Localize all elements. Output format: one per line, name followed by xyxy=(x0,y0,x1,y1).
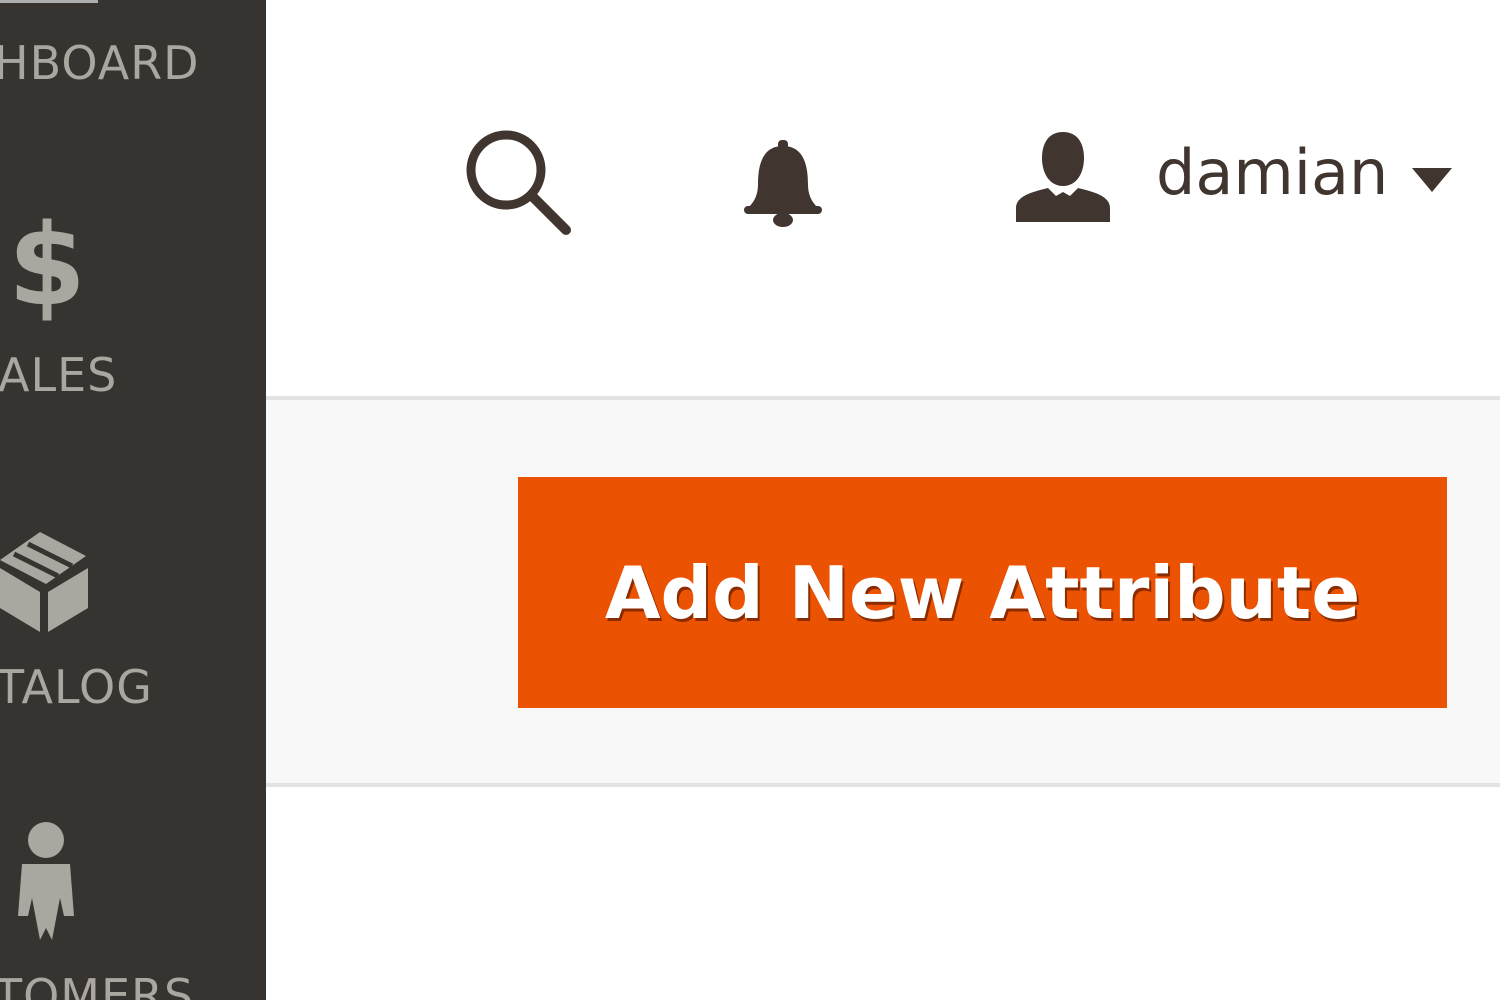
sidebar-item-customers[interactable]: TOMERS xyxy=(0,815,266,1000)
sidebar-item-label: ALES xyxy=(0,348,118,402)
username: damian xyxy=(1156,136,1389,209)
add-new-attribute-button[interactable]: Add New Attribute xyxy=(518,477,1447,708)
sidebar-item-sales[interactable]: $ ALES xyxy=(0,200,266,410)
sidebar-item-dashboard[interactable]: HBOARD xyxy=(0,0,266,120)
person-icon xyxy=(18,822,74,940)
user-avatar-icon xyxy=(1016,132,1110,222)
caret-down-icon[interactable] xyxy=(1412,168,1452,192)
sidebar-item-label: TOMERS xyxy=(0,969,195,1000)
box-icon xyxy=(0,532,88,632)
user-menu[interactable]: damian xyxy=(1010,128,1470,228)
search-button[interactable] xyxy=(462,128,574,236)
bell-icon xyxy=(744,140,822,227)
sidebar-item-label: HBOARD xyxy=(0,36,200,90)
search-icon xyxy=(466,130,571,235)
notifications-button[interactable] xyxy=(742,140,824,232)
sidebar-item-label: TALOG xyxy=(0,660,153,714)
dollar-icon: $ xyxy=(8,201,86,331)
admin-page: HBOARD $ ALES TALOG TOMERS damian Add Ne… xyxy=(0,0,1500,1000)
sidebar-nav: HBOARD $ ALES TALOG TOMERS xyxy=(0,0,266,1000)
sidebar-item-catalog[interactable]: TALOG xyxy=(0,520,266,720)
